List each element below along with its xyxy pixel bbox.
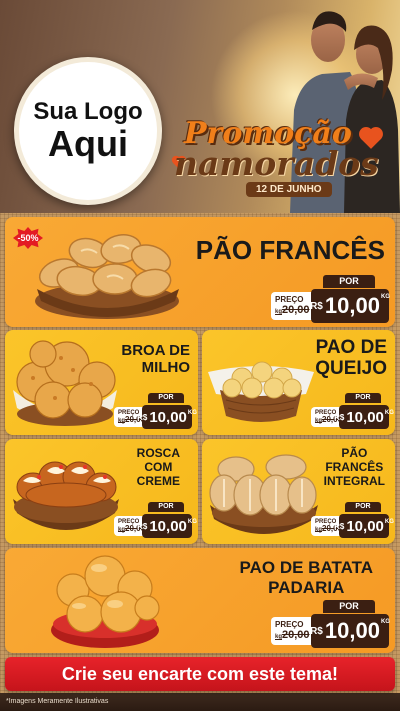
price-tag: PREÇO kg20,00 POR R$ 10,00 KG <box>271 275 390 323</box>
current-price: R$ 10,00 KG <box>137 514 197 538</box>
promo-title-line2: namorados <box>174 144 379 183</box>
pao-frances-basket-image <box>35 234 179 319</box>
por-label: POR <box>345 502 381 512</box>
logo-text-line1: Sua Logo <box>33 97 143 125</box>
currency: R$ <box>137 521 148 531</box>
price-tag: PREÇO kg20,00 POR R$ 10,00 KG <box>114 502 197 538</box>
currency: R$ <box>310 625 323 637</box>
price-value: 10,00 <box>346 517 384 535</box>
unit: KG <box>187 410 197 416</box>
unit: KG <box>384 519 394 525</box>
pao-frances-integral-image <box>209 454 318 534</box>
logo-text-line2: Aqui <box>48 123 128 165</box>
product-card-broa-de-milho[interactable]: BROA DE MILHO PREÇO kg20,00 POR R$ 10,00 … <box>5 330 198 435</box>
current-price: R$ 10,00 KG <box>137 405 197 429</box>
current-price: R$ 10,00 KG <box>310 289 390 323</box>
price-tag: PREÇO kg20,00 POR R$ 10,00 KG <box>311 502 394 538</box>
product-card-pao-frances-integral[interactable]: PÃO FRANCÊS INTEGRAL PREÇO kg20,00 POR R$ … <box>202 439 395 544</box>
price-value: 10,00 <box>346 408 384 426</box>
rosca-com-creme-image <box>13 461 119 530</box>
product-card-pao-frances[interactable]: -50% PÃO FRANCÊS PREÇO kg20,00 POR R$ 10… <box>5 217 395 327</box>
product-name: PAO DE QUEIJO <box>315 337 387 379</box>
por-label: POR <box>148 502 184 512</box>
product-name: ROSCA COM CREME <box>136 446 180 488</box>
old-price: PREÇO kg20,00 <box>271 617 315 645</box>
currency: R$ <box>334 521 345 531</box>
promo-date: 12 DE JUNHO <box>246 182 332 197</box>
promo-title: Promoção namorados 12 DE JUNHO <box>168 112 388 202</box>
current-price: R$ 10,00 KG <box>334 405 394 429</box>
pao-de-batata-image <box>51 555 160 648</box>
product-name: PÃO FRANCÊS INTEGRAL <box>323 446 385 488</box>
price-tag: PREÇO kg20,00 POR R$ 10,00 KG <box>311 393 394 429</box>
price-value: 10,00 <box>149 517 187 535</box>
currency: R$ <box>137 412 148 422</box>
product-card-pao-de-batata[interactable]: PAO DE BATATA PADARIA PREÇO kg20,00 POR R… <box>5 548 395 653</box>
product-card-rosca-com-creme[interactable]: ROSCA COM CREME PREÇO kg20,00 POR R$ 10,00… <box>5 439 198 544</box>
current-price: R$ 10,00 KG <box>334 514 394 538</box>
disclaimer-text: *Imagens Meramente Ilustrativas <box>6 698 109 705</box>
product-card-pao-de-queijo[interactable]: PAO DE QUEIJO PREÇO kg20,00 POR R$ 10,00 … <box>202 330 395 435</box>
product-name: BROA DE MILHO <box>121 342 190 377</box>
por-label: POR <box>345 393 381 403</box>
current-price: R$ 10,00 KG <box>310 614 390 648</box>
price-value: 10,00 <box>149 408 187 426</box>
header-banner: Sua Logo Aqui Promoção namorados 12 DE J… <box>0 0 400 213</box>
product-name: PÃO FRANCÊS <box>195 235 385 265</box>
unit: KG <box>380 294 390 300</box>
logo-placeholder[interactable]: Sua Logo Aqui <box>14 57 162 205</box>
product-name: PAO DE BATATA PADARIA <box>239 558 373 598</box>
old-price-label: PREÇO <box>275 294 304 304</box>
unit: KG <box>380 619 390 625</box>
old-price-value: kg20,00 <box>275 628 310 641</box>
por-label: POR <box>323 275 375 288</box>
unit: KG <box>384 410 394 416</box>
price-value: 10,00 <box>324 618 380 643</box>
pao-de-queijo-image <box>208 361 314 422</box>
old-price-value: kg20,00 <box>275 303 310 316</box>
price-tag: PREÇO kg20,00 POR R$ 10,00 KG <box>114 393 197 429</box>
old-price-label: PREÇO <box>275 619 304 629</box>
currency: R$ <box>310 300 323 312</box>
price-tag: PREÇO kg20,00 POR R$ 10,00 KG <box>271 600 390 648</box>
price-value: 10,00 <box>324 293 380 318</box>
currency: R$ <box>334 412 345 422</box>
old-price: PREÇO kg20,00 <box>271 292 315 320</box>
por-label: POR <box>323 600 375 613</box>
unit: KG <box>187 519 197 525</box>
por-label: POR <box>148 393 184 403</box>
create-flyer-button[interactable]: Crie seu encarte com este tema! <box>5 657 395 691</box>
broa-de-milho-image <box>13 340 117 426</box>
